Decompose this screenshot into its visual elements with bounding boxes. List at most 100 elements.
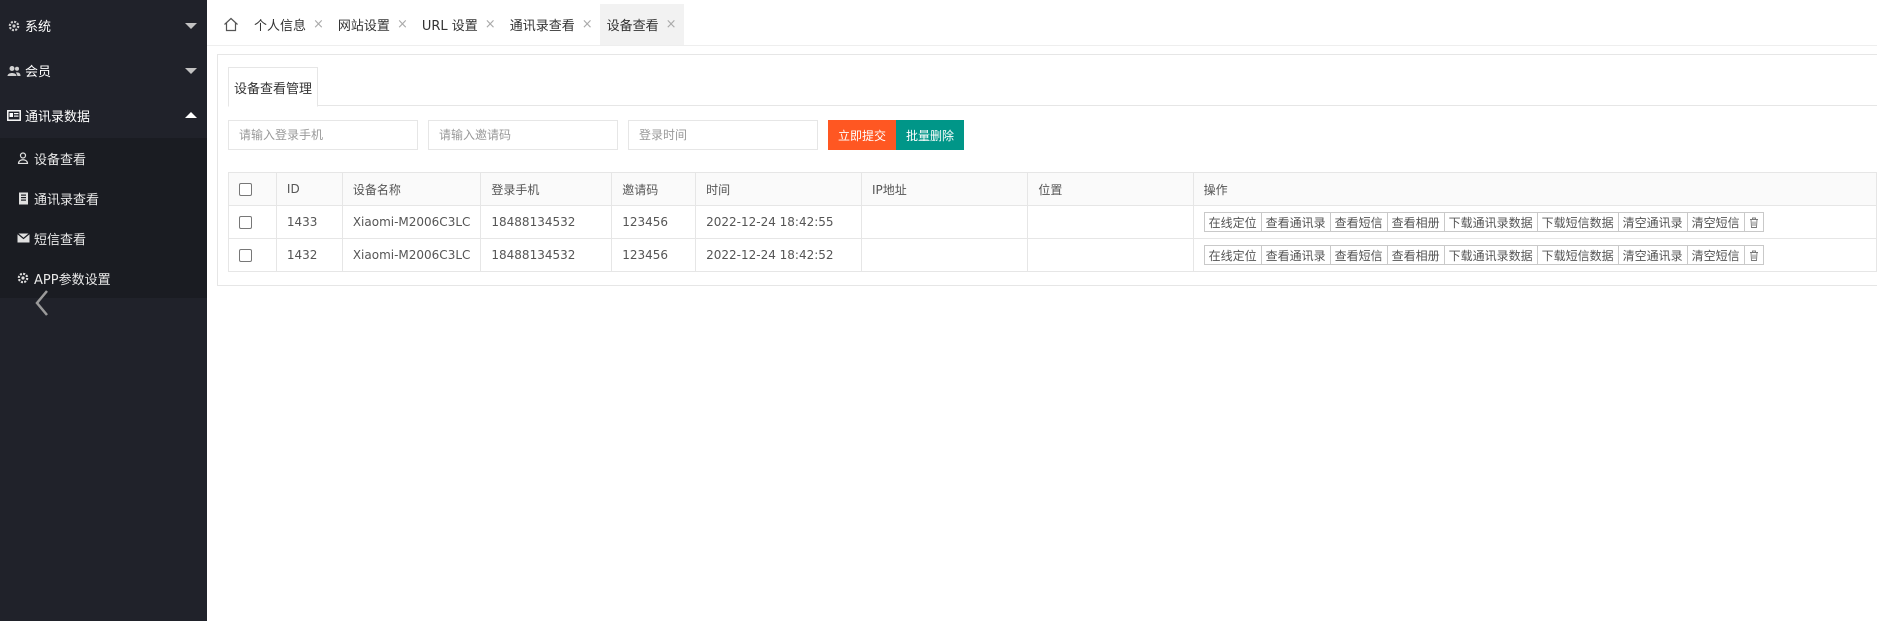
cell-time: 2022-12-24 18:42:55 [695, 205, 862, 239]
sidebar-item-label: 通讯录查看 [34, 192, 100, 208]
row-action-button[interactable]: 清空短信 [1687, 212, 1745, 232]
row-action-button[interactable]: 查看相册 [1387, 245, 1445, 265]
login-time-input[interactable] [628, 120, 818, 150]
tab-contacts-view[interactable]: 通讯录查看 × [503, 4, 600, 45]
tab-label: 个人信息 [254, 19, 307, 34]
cell-ip [860, 205, 1029, 239]
tab-home[interactable] [215, 4, 247, 45]
chevron-down-icon [185, 67, 197, 74]
row-select-cell [228, 205, 277, 239]
panel-tab-device-management[interactable]: 设备查看管理 [228, 67, 319, 107]
row-action-group: 在线定位 查看通讯录 查看短信 查看相册 下载通讯录数据 下载短信数据 清空通讯录 清空短信 [1203, 245, 1866, 265]
cell-device: Xiaomi-M2006C3LC [341, 238, 482, 272]
column-header[interactable]: ID [275, 172, 343, 206]
row-action-button[interactable]: 下载短信数据 [1537, 212, 1619, 232]
users-icon [7, 64, 21, 78]
column-header[interactable]: 操作 [1192, 172, 1877, 206]
sidebar-item-device-view[interactable]: 设备查看 [0, 138, 207, 178]
row-action-button[interactable]: 清空短信 [1687, 245, 1745, 265]
sidebar-item-sms-view[interactable]: 短信查看 [0, 218, 207, 258]
column-header[interactable]: 设备名称 [341, 172, 482, 206]
chevron-down-icon [185, 22, 197, 29]
select-all-cell [228, 172, 277, 206]
cell-actions: 在线定位 查看通讯录 查看短信 查看相册 下载通讯录数据 下载短信数据 清空通讯录 清空短信 [1192, 205, 1877, 239]
tab-label: 通讯录查看 [509, 19, 575, 34]
panel-tab-label: 设备查看管理 [234, 81, 313, 97]
close-icon[interactable]: × [313, 17, 324, 32]
row-action-button[interactable]: 下载短信数据 [1537, 245, 1619, 265]
row-action-button[interactable]: 查看短信 [1330, 245, 1388, 265]
sidebar-item-label: APP参数设置 [34, 272, 111, 288]
envelope-icon [16, 231, 30, 245]
sidebar-subnav: 设备查看 通讯录查看 短信查看 APP参数设置 [0, 138, 207, 298]
row-select-cell [228, 238, 277, 272]
cell-phone: 18488134532 [480, 205, 613, 239]
tab-label: 设备查看 [606, 19, 659, 34]
row-action-button[interactable]: 查看相册 [1387, 212, 1445, 232]
main-content: 设备查看管理 立即提交 批量删除 ID 设备名称 登录手机 邀请码 [207, 46, 1877, 621]
row-delete-button[interactable] [1744, 212, 1764, 232]
cell-ip [860, 238, 1029, 272]
select-all-checkbox[interactable] [239, 183, 252, 196]
cell-id: 1432 [275, 238, 343, 272]
sidebar-group-system[interactable]: 系统 [0, 3, 207, 48]
tab-profile[interactable]: 个人信息 × [247, 4, 331, 45]
tab-url-settings[interactable]: URL 设置 × [415, 4, 503, 45]
cell-invite: 123456 [611, 205, 697, 239]
row-checkbox[interactable] [239, 249, 252, 262]
column-header[interactable]: 时间 [695, 172, 862, 206]
row-action-button[interactable]: 查看通讯录 [1261, 212, 1331, 232]
sidebar-item-contacts-view[interactable]: 通讯录查看 [0, 178, 207, 218]
row-action-button[interactable]: 下载通讯录数据 [1444, 245, 1538, 265]
sidebar-item-label: 设备查看 [34, 152, 87, 168]
table-row: 1433 Xiaomi-M2006C3LC 18488134532 123456 202… [228, 205, 1877, 239]
row-action-button[interactable]: 清空通讯录 [1618, 212, 1688, 232]
gear-icon [16, 271, 30, 285]
tab-site-settings[interactable]: 网站设置 × [331, 4, 415, 45]
row-action-button[interactable]: 下载通讯录数据 [1444, 212, 1538, 232]
table-header-row: ID 设备名称 登录手机 邀请码 时间 IP地址 位置 操作 [228, 172, 1877, 206]
invite-code-input[interactable] [428, 120, 618, 150]
column-header[interactable]: 邀请码 [611, 172, 697, 206]
cell-device: Xiaomi-M2006C3LC [341, 205, 482, 239]
row-checkbox[interactable] [239, 216, 252, 229]
column-header[interactable]: 登录手机 [480, 172, 613, 206]
close-icon[interactable]: × [397, 17, 408, 32]
page-tabs: 个人信息 × 网站设置 × URL 设置 × 通讯录查看 × 设备查看 × [207, 0, 1877, 46]
gear-icon [7, 19, 21, 33]
close-icon[interactable]: × [666, 17, 677, 32]
row-action-button[interactable]: 查看通讯录 [1261, 245, 1331, 265]
chevron-up-icon [185, 111, 197, 118]
phone-search-input[interactable] [228, 120, 418, 150]
cell-invite: 123456 [611, 238, 697, 272]
close-icon[interactable]: × [582, 17, 593, 32]
trash-icon [1749, 217, 1758, 228]
column-header[interactable]: IP地址 [860, 172, 1029, 206]
trash-icon [1749, 250, 1758, 261]
table-row: 1432 Xiaomi-M2006C3LC 18488134532 123456 202… [228, 238, 1877, 272]
sidebar-group-contacts-data[interactable]: 通讯录数据 [0, 93, 207, 138]
submit-button[interactable]: 立即提交 [828, 120, 897, 150]
row-delete-button[interactable] [1744, 245, 1764, 265]
sidebar-group-members[interactable]: 会员 [0, 48, 207, 93]
sidebar-collapse-button[interactable] [32, 288, 52, 318]
cell-phone: 18488134532 [480, 238, 613, 272]
close-icon[interactable]: × [485, 17, 496, 32]
id-card-icon [7, 109, 21, 123]
column-header[interactable]: 位置 [1027, 172, 1194, 206]
row-action-button[interactable]: 查看短信 [1330, 212, 1388, 232]
table-body: 1433 Xiaomi-M2006C3LC 18488134532 123456 202… [228, 205, 1877, 272]
tab-device-view[interactable]: 设备查看 × [599, 4, 684, 45]
row-action-group: 在线定位 查看通讯录 查看短信 查看相册 下载通讯录数据 下载短信数据 清空通讯录 清空短信 [1203, 212, 1866, 232]
tab-label: URL 设置 [421, 19, 478, 34]
panel-tab-row: 设备查看管理 [228, 67, 1877, 107]
sidebar-group-label: 会员 [25, 65, 52, 80]
sidebar-item-label: 短信查看 [34, 232, 87, 248]
chevron-left-icon [35, 290, 48, 316]
batch-delete-button[interactable]: 批量删除 [896, 120, 965, 150]
row-action-button[interactable]: 在线定位 [1203, 212, 1262, 232]
cell-location [1027, 238, 1194, 272]
cell-actions: 在线定位 查看通讯录 查看短信 查看相册 下载通讯录数据 下载短信数据 清空通讯录 清空短信 [1192, 238, 1877, 272]
row-action-button[interactable]: 清空通讯录 [1618, 245, 1688, 265]
row-action-button[interactable]: 在线定位 [1203, 245, 1262, 265]
